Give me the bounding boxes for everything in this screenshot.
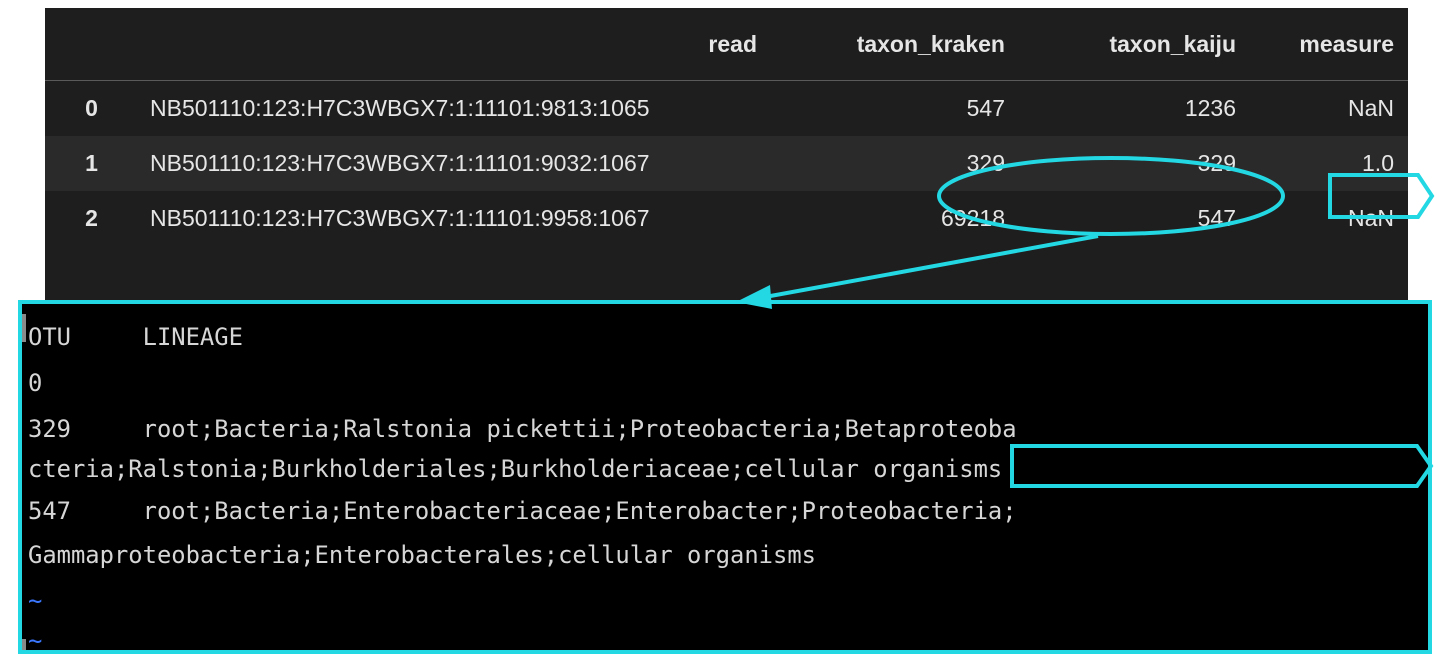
cell-taxon-kraken: 329 [966,150,1005,176]
cell-measure: 1.0 [1362,150,1394,176]
cell-measure: NaN [1347,95,1394,121]
terminal-line: 547 root;Bacteria;Enterobacteriaceae;Ent… [28,497,1017,525]
cell-taxon-kraken: 547 [966,95,1005,121]
text-cursor [22,314,26,342]
empty-line-tilde: ~ [28,587,43,615]
cell-taxon-kraken: 69218 [941,205,1005,231]
column-header-read: read [708,30,757,57]
dataframe-table: read taxon_kraken taxon_kaiju measure 0 … [45,8,1408,246]
column-header-taxon-kaiju: taxon_kaiju [1109,30,1236,57]
terminal-line: OTU LINEAGE [28,323,243,351]
column-header-measure: measure [1299,30,1394,57]
cell-taxon-kaiju: 547 [1197,205,1236,231]
row-index: 2 [85,205,98,231]
text-cursor [22,639,26,650]
index-header [45,8,138,81]
empty-line-tilde: ~ [28,627,43,654]
cell-taxon-kaiju: 329 [1197,150,1236,176]
terminal-panel: OTU LINEAGE 0 329 root;Bacteria;Ralstoni… [18,300,1432,654]
cell-taxon-kaiju: 1236 [1184,95,1236,121]
terminal-line: Gammaproteobacteria;Enterobacterales;cel… [28,541,816,569]
terminal-line: 329 root;Bacteria;Ralstonia pickettii;Pr… [28,415,1017,443]
row-index: 1 [85,150,98,176]
cell-read: NB501110:123:H7C3WBGX7:1:11101:9958:1067 [150,205,650,231]
cell-read: NB501110:123:H7C3WBGX7:1:11101:9032:1067 [150,150,650,176]
terminal-line: cteria;Ralstonia;Burkholderiales;Burkhol… [28,455,1003,483]
row-index: 0 [85,95,98,121]
table-row: 1 NB501110:123:H7C3WBGX7:1:11101:9032:10… [45,136,1408,191]
table-header-row: read taxon_kraken taxon_kaiju measure [45,8,1408,81]
table-row: 0 NB501110:123:H7C3WBGX7:1:11101:9813:10… [45,81,1408,137]
dataframe-output: read taxon_kraken taxon_kaiju measure 0 … [45,8,1408,308]
table-row: 2 NB501110:123:H7C3WBGX7:1:11101:9958:10… [45,191,1408,246]
column-header-taxon-kraken: taxon_kraken [856,30,1005,57]
cell-measure: NaN [1347,205,1394,231]
cell-read: NB501110:123:H7C3WBGX7:1:11101:9813:1065 [150,95,650,121]
terminal-line: 0 [28,369,43,397]
